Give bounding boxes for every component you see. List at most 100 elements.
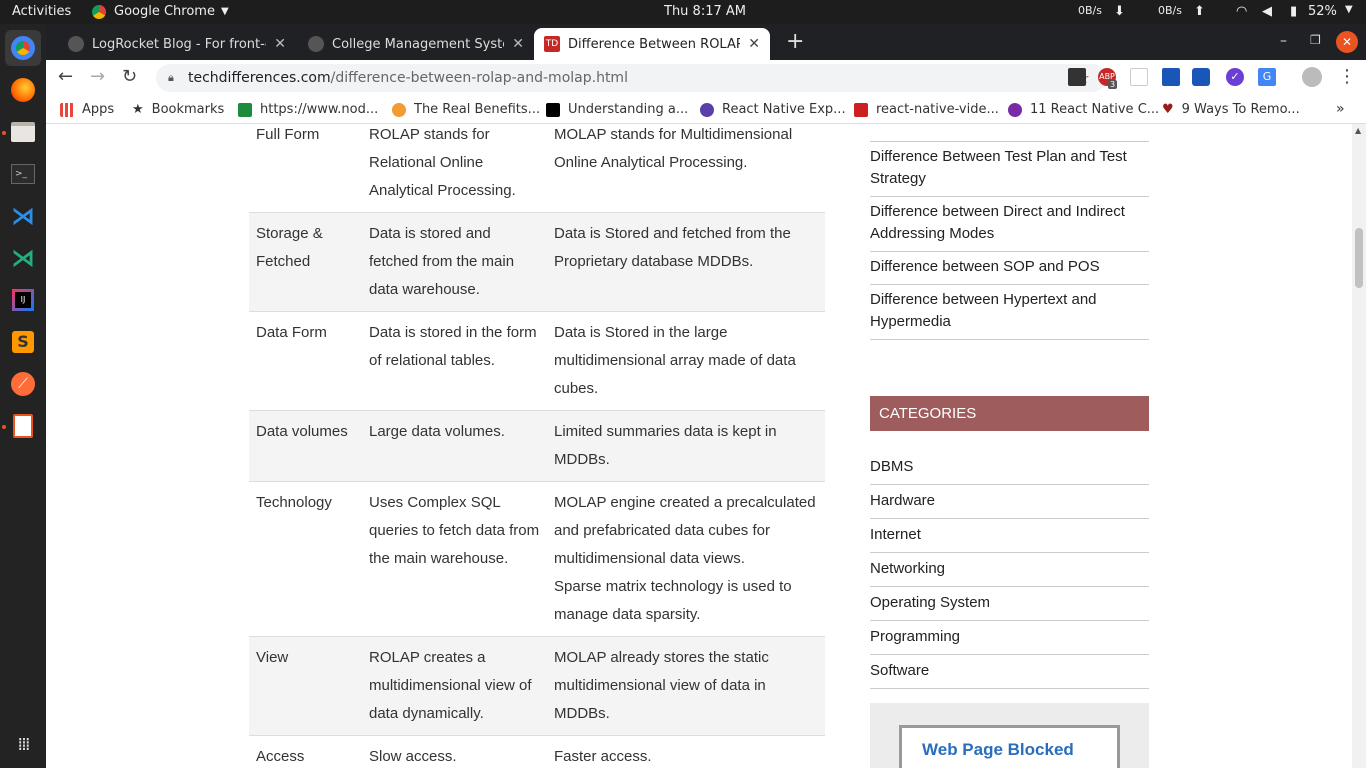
bookmark-label: The Real Benefits... [414, 102, 541, 117]
rolap-cell: Data is stored in the form of relational… [362, 311, 547, 411]
dock-terminal-icon[interactable]: >_ [5, 156, 41, 192]
close-icon[interactable]: ✕ [748, 36, 760, 52]
related-post-link[interactable]: Difference between SOP and POS [870, 252, 1149, 285]
minimize-button[interactable]: – [1280, 33, 1287, 49]
molap-cell: Limited summaries data is kept in MDDBs. [547, 410, 825, 482]
volume-icon[interactable]: ◀ [1262, 4, 1272, 19]
battery-icon[interactable]: ▮ [1290, 4, 1297, 19]
dock-firefox-icon[interactable] [5, 72, 41, 108]
dock-chrome-icon[interactable] [5, 30, 41, 66]
url-path: /difference-between-rolap-and-molap.html [330, 70, 628, 86]
clock[interactable]: Thu 8:17 AM [664, 4, 746, 19]
profile-avatar[interactable] [1302, 67, 1322, 87]
basis-cell: Full Form [249, 124, 362, 213]
category-link[interactable]: Internet [870, 519, 1149, 553]
chrome-icon [92, 4, 106, 19]
dock-postman-icon[interactable]: ⟋ [5, 366, 41, 402]
more-bookmarks-chevron-icon[interactable]: » [1336, 101, 1345, 117]
scroll-up-icon[interactable]: ▲ [1355, 126, 1361, 135]
category-link[interactable]: Operating System [870, 587, 1149, 621]
rolap-cell: Large data volumes. [362, 410, 547, 482]
browser-toolbar: ← → ↻ 🔒︎ techdifferences.com/difference-… [46, 60, 1366, 96]
dock: >_ ⋊ ⋊ IJ S ⟋ ⁞⁞⁞ [0, 24, 46, 768]
forward-arrow-icon[interactable]: → [90, 66, 105, 87]
close-window-button[interactable]: ✕ [1336, 31, 1358, 53]
category-link[interactable]: Software [870, 655, 1149, 689]
scrollbar-thumb[interactable] [1355, 228, 1363, 288]
bookmark-9-ways[interactable]: ♥ 9 Ways To Remo... [1162, 102, 1300, 117]
bookmark-label: Bookmarks [151, 102, 225, 117]
back-arrow-icon[interactable]: ← [58, 66, 73, 87]
dock-sublime-icon[interactable]: S [5, 324, 41, 360]
briefcase-extension-icon[interactable] [1192, 68, 1210, 86]
bookmark-real-benefits[interactable]: The Real Benefits... [392, 102, 540, 117]
lock-icon: 🔒︎ [168, 71, 174, 84]
tab-logrocket[interactable]: LogRocket Blog - For front-en ✕ [58, 28, 296, 60]
system-top-bar: Activities Google Chrome ▼ Thu 8:17 AM 0… [0, 0, 1366, 24]
activities-button[interactable]: Activities [12, 4, 71, 19]
rolap-cell: ROLAP stands for Relational Online Analy… [362, 124, 547, 213]
molap-cell: Data is Stored in the large multidimensi… [547, 311, 825, 411]
table-row: View ROLAP creates a multidimensional vi… [249, 636, 825, 736]
tab-title: Difference Between ROLAP ar [568, 36, 741, 52]
bookmark-label: https://www.nod... [260, 102, 379, 117]
related-post-link[interactable]: Difference Between Test Plan and Test St… [870, 142, 1149, 197]
dock-vscode-icon[interactable]: ⋊ [5, 198, 41, 234]
abp-badge: 3 [1108, 80, 1118, 89]
tab-title: College Management System [332, 36, 505, 52]
tab-strip: LogRocket Blog - For front-en ✕ College … [46, 24, 1366, 60]
rolap-cell: Slow access. [362, 735, 547, 768]
sidebar: Difference Between Test Plan and Test St… [870, 124, 1149, 689]
page-extension-icon[interactable] [1162, 68, 1180, 86]
categories-heading: CATEGORIES [870, 396, 1149, 431]
dock-vscode-insiders-icon[interactable]: ⋊ [5, 240, 41, 276]
arrow-down-icon: ⬇ [1114, 4, 1125, 19]
close-icon[interactable]: ✕ [512, 36, 524, 52]
new-tab-button[interactable]: + [786, 29, 804, 54]
n-favicon-icon [238, 102, 252, 117]
dock-impress-icon[interactable] [5, 408, 41, 444]
apps-grid-icon [60, 102, 74, 117]
wifi-icon[interactable]: ◠ [1236, 4, 1247, 19]
bookmark-11-react-native[interactable]: 11 React Native C... [1008, 102, 1159, 117]
related-post-link[interactable]: Difference between Hypertext and Hyperme… [870, 285, 1149, 340]
restore-button[interactable]: ❐ [1310, 33, 1321, 47]
tab-college[interactable]: College Management System ✕ [298, 28, 534, 60]
bookmark-react-native-video[interactable]: react-native-vide... [854, 102, 999, 117]
bookmark-understanding[interactable]: Understanding a... [546, 102, 688, 117]
promo-box[interactable]: Web Page Blocked [899, 725, 1120, 768]
molap-cell: Faster access. [547, 735, 825, 768]
bookmark-react-native-exp[interactable]: React Native Exp... [700, 102, 846, 117]
bookmark-label: 11 React Native C... [1030, 102, 1160, 117]
category-link[interactable]: Programming [870, 621, 1149, 655]
app-menu[interactable]: Google Chrome ▼ [92, 4, 229, 19]
promo-text: Web Page Blocked [922, 740, 1074, 759]
blank-extension-icon[interactable] [1130, 68, 1148, 86]
dock-files-icon[interactable] [5, 114, 41, 150]
sidebar-promo: Web Page Blocked [870, 703, 1149, 768]
category-link[interactable]: Hardware [870, 485, 1149, 519]
translate-extension-icon[interactable]: G [1258, 68, 1276, 86]
page-scrollbar[interactable]: ▲ [1352, 124, 1366, 768]
comparison-table: Full Form ROLAP stands for Relational On… [249, 124, 825, 768]
dock-intellij-icon[interactable]: IJ [5, 282, 41, 318]
net-down-readout: 0B/s [1078, 4, 1102, 17]
show-applications-icon[interactable]: ⁞⁞⁞ [5, 726, 41, 762]
system-menu-chevron-icon[interactable]: ▼ [1345, 4, 1353, 15]
check-extension-icon[interactable]: ✓ [1226, 68, 1244, 86]
close-icon[interactable]: ✕ [274, 36, 286, 52]
bookmark-bookmarks[interactable]: ★ Bookmarks [132, 102, 224, 117]
category-link[interactable]: Networking [870, 553, 1149, 587]
bookmark-apps[interactable]: Apps [60, 102, 114, 117]
tab-rolap-molap[interactable]: TD Difference Between ROLAP ar ✕ [534, 28, 770, 60]
menu-kebab-icon[interactable]: ⋮ [1338, 66, 1356, 87]
reload-icon[interactable]: ↻ [122, 66, 137, 87]
address-bar[interactable]: 🔒︎ techdifferences.com/difference-betwee… [156, 64, 1106, 92]
category-link[interactable]: DBMS [870, 451, 1149, 485]
table-row: Storage & Fetched Data is stored and fet… [249, 212, 825, 312]
techdifferences-logo-icon: TD [544, 36, 560, 52]
related-post-link[interactable]: Difference between Direct and Indirect A… [870, 197, 1149, 252]
medium-favicon-icon [546, 102, 560, 117]
bookmark-nod[interactable]: https://www.nod... [238, 102, 378, 117]
eyedropper-extension-icon[interactable] [1068, 68, 1086, 86]
